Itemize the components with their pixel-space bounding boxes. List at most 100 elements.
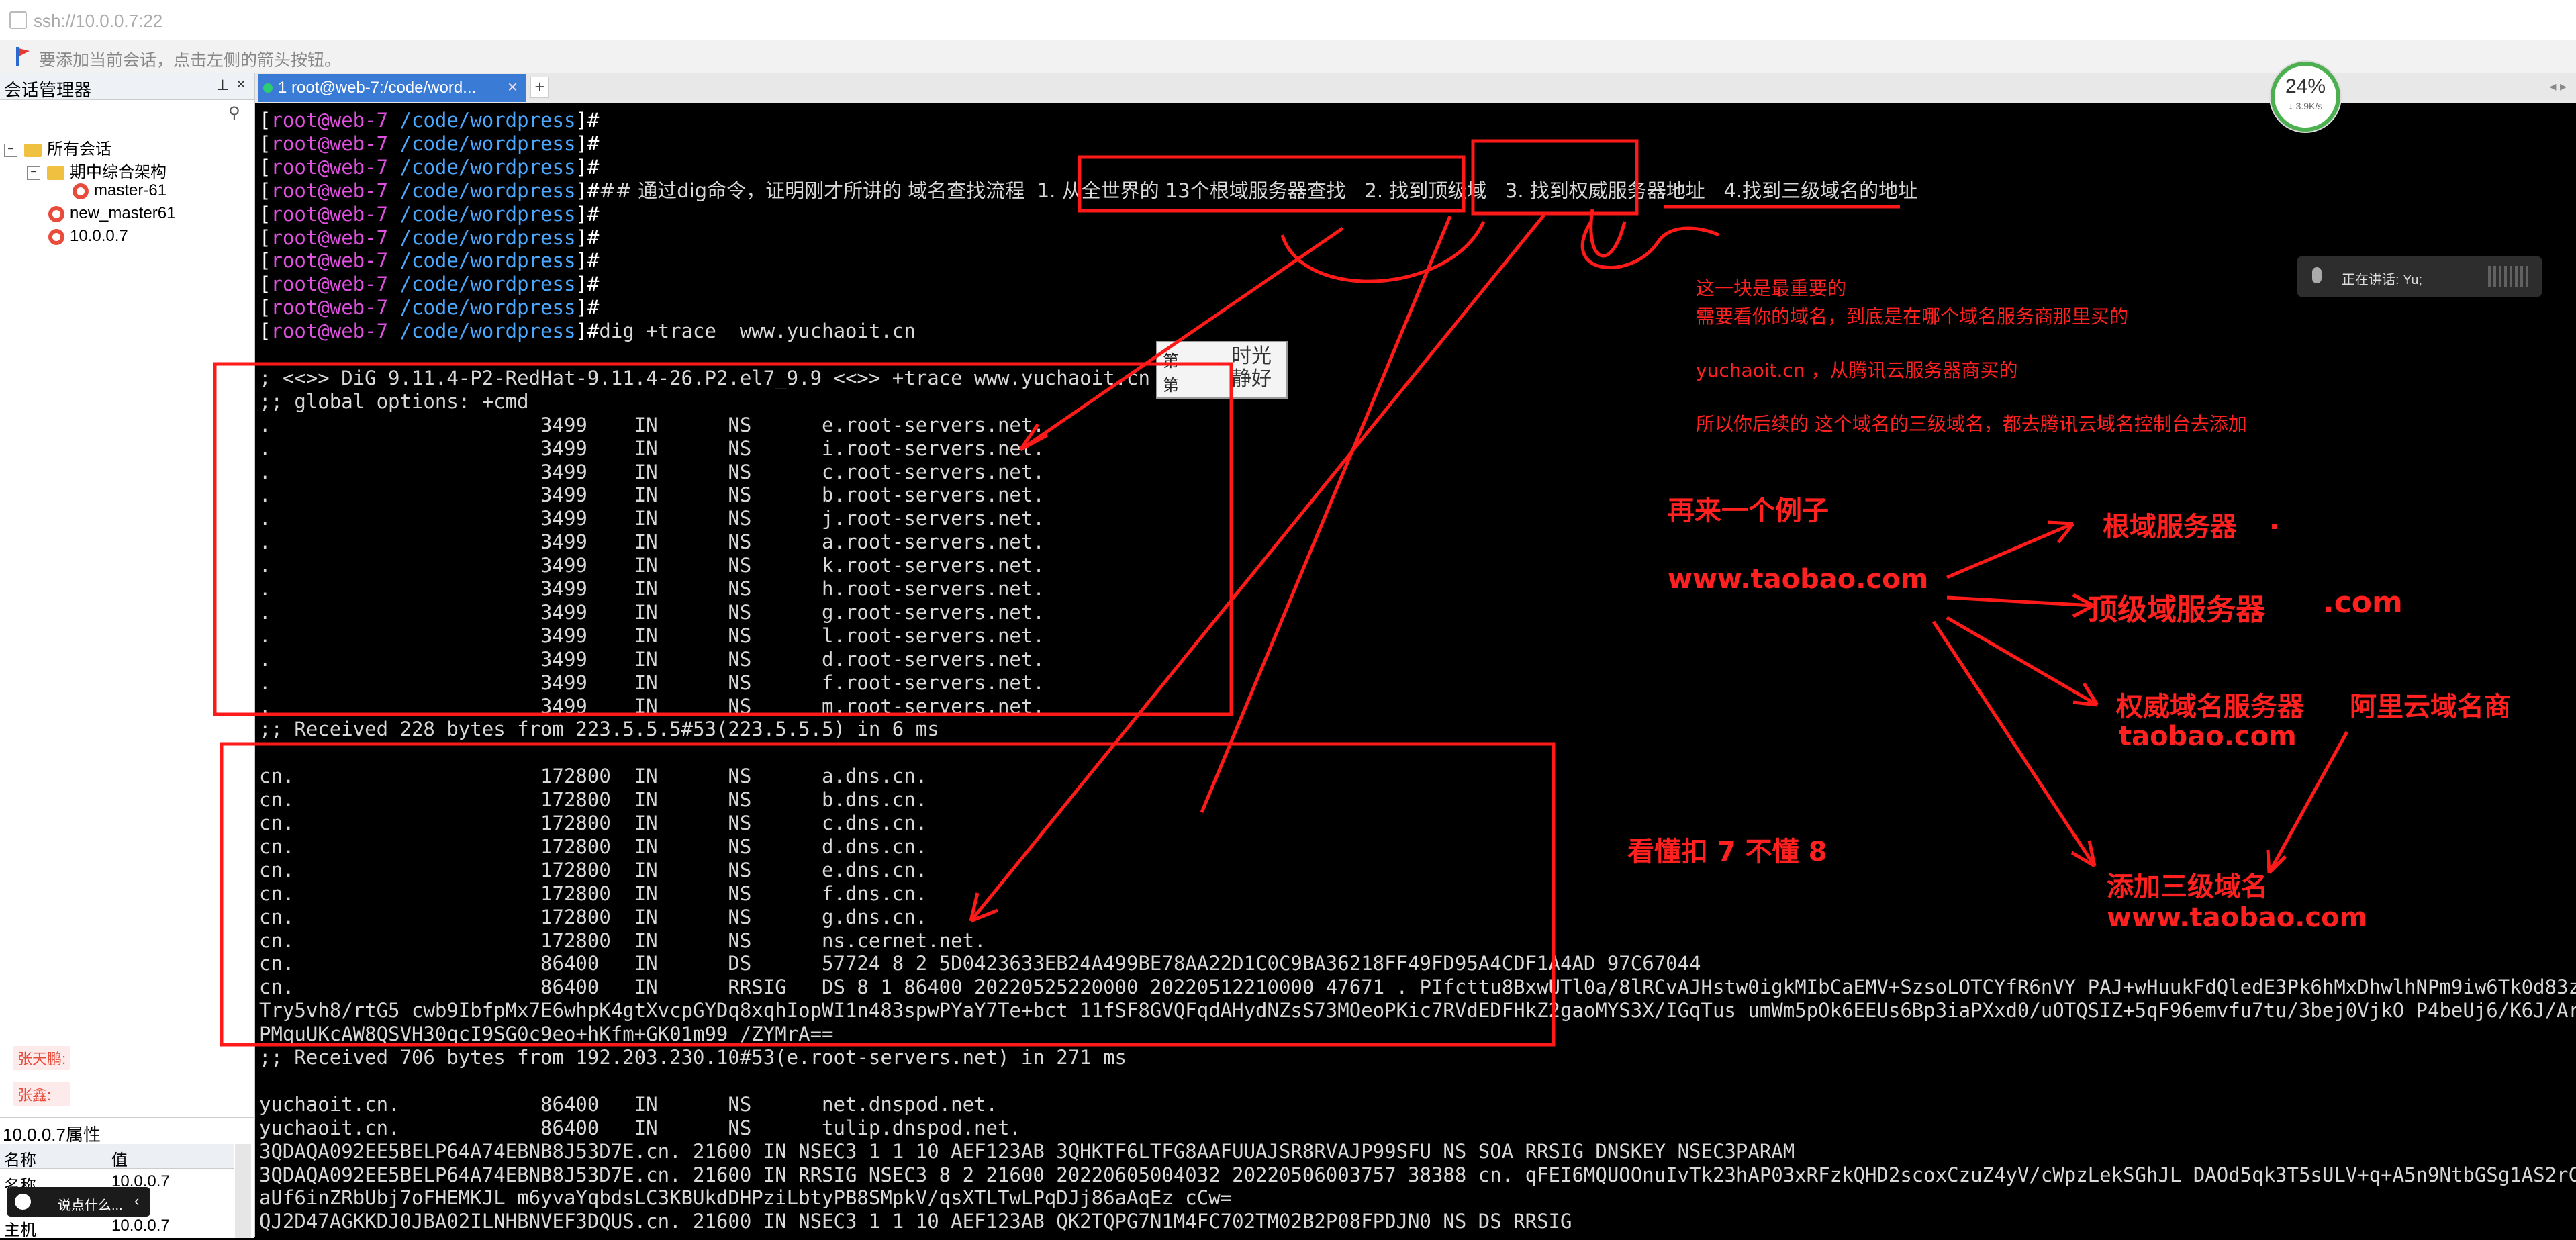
dns-record-row: . 3499 IN NS k.root-servers.net. xyxy=(259,554,1045,577)
prompt-path: /code/wordpress xyxy=(399,179,576,202)
prompt-punct xyxy=(388,296,399,319)
annotation-feedback: 看懂扣 7 不懂 8 xyxy=(1627,837,1827,867)
dns-record-row: yuchaoit.cn. 86400 IN NS net.dnspod.net. xyxy=(259,1092,998,1116)
prompt-punct: ]# xyxy=(575,202,600,226)
received-line: ;; Received 706 bytes from 192.203.230.1… xyxy=(259,1046,1127,1069)
prompt-punct xyxy=(388,320,399,342)
command-text: ## 通过dig命令，证明刚才所讲的 域名查找流程 1. 从全世界的 13个根域… xyxy=(599,179,1918,202)
prompt-punct: ]# xyxy=(575,320,600,343)
prompt-punct: [ xyxy=(259,109,271,132)
prompt-path: /code/wordpress xyxy=(399,296,576,320)
dns-record-row: cn. 172800 IN NS ns.cernet.net. xyxy=(259,928,986,952)
prompt-punct: [ xyxy=(259,226,271,249)
prompt-punct xyxy=(388,203,399,226)
column-header-value[interactable]: 值 xyxy=(111,1147,128,1170)
speaking-indicator: 正在讲话: Yu; xyxy=(2297,256,2542,297)
annotation-tld-value: .com xyxy=(2323,585,2403,620)
dns-record-row: . 3499 IN NS e.root-servers.net. xyxy=(259,413,1045,436)
collapse-icon[interactable]: − xyxy=(4,143,17,157)
session-manager-header: 会话管理器 ⊥ × xyxy=(0,73,254,100)
properties-header: 名称 值 xyxy=(0,1144,234,1170)
prompt-line: [root@web-7 /code/wordpress]# xyxy=(259,249,599,272)
address-text: ssh://10.0.0.7:22 xyxy=(34,11,163,31)
prompt-punct: ]# xyxy=(575,109,600,132)
chat-name: 张天鹏: xyxy=(13,1046,70,1070)
tab-terminal[interactable]: 1 root@web-7:/code/word... × xyxy=(258,74,526,102)
annotation-note: yuchaoit.cn ，从腾讯云服务器商买的 xyxy=(1696,359,2018,381)
new-tab-button[interactable]: + xyxy=(530,77,549,98)
tree-item-label: 期中综合架构 xyxy=(70,163,166,181)
prompt-punct xyxy=(388,156,399,179)
prompt-line: [root@web-7 /code/wordpress]### 通过dig命令，… xyxy=(259,179,1917,202)
session-icon xyxy=(73,183,89,199)
tree-item-session[interactable]: new_master61 xyxy=(48,204,175,223)
dns-record-row: . 3499 IN NS j.root-servers.net. xyxy=(259,507,1045,530)
prompt-punct: ]# xyxy=(575,296,600,320)
command-text: dig +trace www.yuchaoit.cn xyxy=(599,320,916,343)
prompt-punct: ]# xyxy=(575,179,600,202)
address-bar[interactable]: ssh://10.0.0.7:22 xyxy=(0,0,2576,41)
hint-text: 要添加当前会话，点击左侧的箭头按钮。 xyxy=(39,51,342,70)
dns-record-row: cn. 86400 IN DS 57724 8 2 5D0423633EB24A… xyxy=(259,952,1701,975)
tree-item-label: 10.0.0.7 xyxy=(70,227,128,245)
pin-icon[interactable]: ⊥ xyxy=(216,77,229,94)
terminal-area[interactable]: [root@web-7 /code/wordpress]# [root@web-7… xyxy=(255,103,2576,1237)
stamp-text: 第 xyxy=(1163,377,1179,395)
bookmark-flag-icon[interactable] xyxy=(15,47,31,66)
dns-record-row: . 3499 IN NS l.root-servers.net. xyxy=(259,624,1045,647)
annotation-root-dot: . xyxy=(2269,505,2280,536)
prompt-line: [root@web-7 /code/wordpress]# xyxy=(259,109,599,132)
prompt-punct: ]# xyxy=(575,273,600,296)
session-tree: − 所有会话 − 期中综合架构 master-61 new_master61 10.… xyxy=(0,126,254,798)
prompt-line: [root@web-7 /code/wordpress]# xyxy=(259,132,599,155)
dns-record-row: . 3499 IN NS f.root-servers.net. xyxy=(259,671,1045,694)
annotation-add-label: 添加三级域名 xyxy=(2107,871,2268,902)
tab-scroll-arrows-icon[interactable]: ◂ ▸ xyxy=(2549,78,2567,95)
dns-record-row: yuchaoit.cn. 86400 IN NS tulip.dnspod.ne… xyxy=(259,1116,1021,1139)
dns-record-row: cn. 172800 IN NS a.dns.cn. xyxy=(259,765,928,788)
annotation-auth-domain: taobao.com xyxy=(2119,721,2297,752)
dig-options: ;; global options: +cmd xyxy=(259,389,529,413)
properties-panel: 10.0.0.7属性 名称 值 名称 10.0.0.7 主机 10.0.0.7 xyxy=(0,1117,254,1239)
tree-item-all-sessions[interactable]: − 所有会话 xyxy=(4,136,111,159)
network-percent: 24% xyxy=(2285,75,2326,97)
annotation-root-label: 根域服务器 xyxy=(2103,512,2237,542)
tree-item-folder[interactable]: − 期中综合架构 xyxy=(27,158,166,182)
prompt-line: [root@web-7 /code/wordpress]#dig +trace … xyxy=(259,320,916,342)
dns-record-row: aUf6inZRbUbj7oFHEMKJL m6yvaYqbdsLC3KBUkd… xyxy=(259,1186,1233,1210)
dns-record-row: . 3499 IN NS i.root-servers.net. xyxy=(259,436,1045,460)
chevron-left-icon[interactable]: ‹ xyxy=(134,1192,139,1210)
prompt-user: root@web-7 xyxy=(271,109,389,132)
close-icon[interactable]: × xyxy=(508,77,518,97)
collapse-icon[interactable]: − xyxy=(27,166,40,180)
prompt-punct xyxy=(388,109,399,132)
network-gauge: 24% ↓ 3.9K/s xyxy=(2271,62,2340,132)
prompt-punct: [ xyxy=(259,179,271,202)
folder-icon xyxy=(24,143,42,157)
status-dot-icon xyxy=(263,83,273,93)
tree-item-session[interactable]: 10.0.0.7 xyxy=(48,227,128,246)
dns-record-row: . 3499 IN NS a.root-servers.net. xyxy=(259,530,1045,554)
dns-record-row: cn. 86400 IN RRSIG DS 8 1 86400 20220525… xyxy=(259,975,2576,999)
annotation-tld-label: 顶级域服务器 xyxy=(2088,593,2265,627)
dns-record-row: Try5vh8/rtG5 cwb9IbfpMx7E6whpK4gtXvcpGYD… xyxy=(259,999,2576,1022)
dns-record-row: 3QDAQA092EE5BELP64A74EBNB8J53D7E.cn. 216… xyxy=(259,1139,1795,1163)
session-icon xyxy=(48,205,64,222)
prompt-user: root@web-7 xyxy=(271,249,389,273)
column-header-name[interactable]: 名称 xyxy=(4,1147,36,1170)
search-icon[interactable]: ⚲ xyxy=(228,103,248,124)
dns-record-row: cn. 172800 IN NS d.dns.cn. xyxy=(259,834,928,858)
tree-item-session[interactable]: master-61 xyxy=(73,181,166,200)
chat-input-pill[interactable]: 说点什么... ‹ xyxy=(7,1187,150,1217)
tree-item-label: new_master61 xyxy=(70,204,176,222)
microphone-icon xyxy=(2312,267,2322,283)
properties-scrollbar[interactable] xyxy=(235,1144,251,1238)
dns-record-row: . 3499 IN NS d.root-servers.net. xyxy=(259,647,1045,671)
prompt-punct: ]# xyxy=(575,155,600,179)
speaking-label: 正在讲话: Yu; xyxy=(2342,273,2423,287)
hint-bar: 要添加当前会话，点击左侧的箭头按钮。 xyxy=(0,40,2576,73)
close-icon[interactable]: × xyxy=(236,75,246,94)
dns-record-row: PMquUKcAW8QSVH30qcI9SG0c9eo+hKfm+GK01m99… xyxy=(259,1022,834,1046)
prompt-punct: [ xyxy=(259,202,271,226)
dns-record-row: cn. 172800 IN NS f.dns.cn. xyxy=(259,881,928,905)
